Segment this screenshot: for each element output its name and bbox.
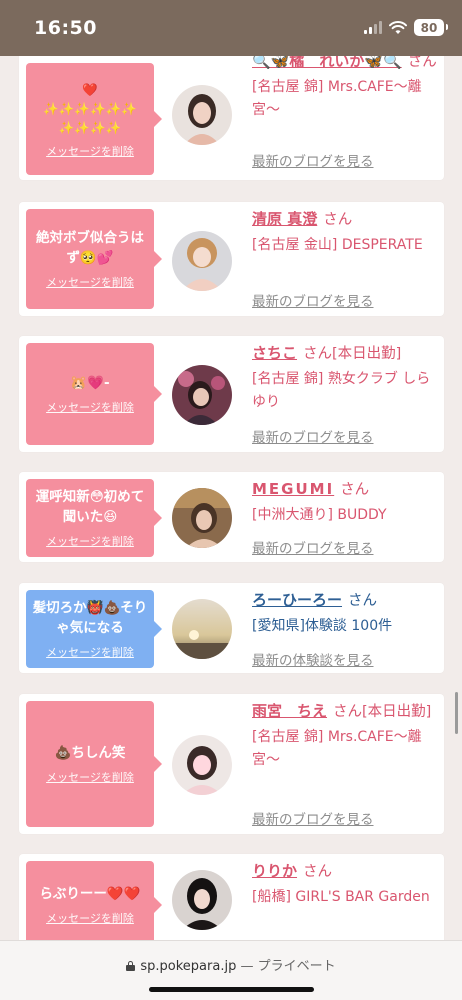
message-text: ❤️ ✨✨✨✨✨✨ ✨✨✨✨ (43, 80, 136, 137)
browser-url-bar[interactable]: sp.pokepara.jp — プライベート (0, 940, 462, 1000)
avatar[interactable] (172, 599, 232, 659)
latest-blog-link[interactable]: 最新のブログを見る (252, 290, 374, 310)
wifi-icon (389, 20, 407, 34)
profile-name-link[interactable]: MEGUMI (252, 480, 334, 498)
profile-info: 清原 真澄 さん [名古屋 金山] DESPERATE (252, 208, 442, 257)
message-feed[interactable]: ❤️ ✨✨✨✨✨✨ ✨✨✨✨ メッセージを削除 🔍🦋橘 れいか🦋🔍 さん [名古屋… (0, 56, 462, 940)
message-bubble: 🐹💗- メッセージを削除 (26, 343, 162, 445)
message-text: 絶対ボブ似合うはず🥺💕 (36, 230, 144, 266)
message-bubble: ❤️ ✨✨✨✨✨✨ ✨✨✨✨ メッセージを削除 (26, 63, 162, 175)
latest-blog-link[interactable]: 最新のブログを見る (252, 808, 374, 828)
status-icons: 80 (364, 19, 448, 36)
shop-name: [名古屋 錦] Mrs.CAFE〜離宮〜 (252, 729, 422, 768)
shop-name: [名古屋 錦] 熟女クラブ しらゆり (252, 371, 431, 410)
list-item: 💩ちしん笑 メッセージを削除 雨宮 ちえ さん[本日出勤] [名古屋 錦] Mrs… (19, 694, 444, 834)
avatar[interactable] (172, 488, 232, 548)
profile-info: さちこ さん[本日出勤] [名古屋 錦] 熟女クラブ しらゆり (252, 342, 442, 414)
honorific: さん (303, 864, 333, 880)
message-text: 運呼知新😳初めて聞いた😆 (35, 489, 145, 525)
private-mode-label: プライベート (257, 959, 336, 974)
avatar-image (172, 599, 232, 659)
home-indicator[interactable] (149, 987, 314, 992)
profile-info: ろーひーろー さん [愛知県]体験談 100件 (252, 589, 442, 638)
message-text: 🐹💗- (70, 375, 110, 391)
message-bubble: 絶対ボブ似合うはず🥺💕 メッセージを削除 (26, 209, 162, 309)
delete-message-link[interactable]: メッセージを削除 (46, 143, 134, 159)
message-text: 💩ちしん笑 (54, 745, 126, 761)
avatar-image (172, 488, 232, 548)
honorific: さん (407, 56, 437, 70)
avatar-image (172, 85, 232, 145)
list-item: 絶対ボブ似合うはず🥺💕 メッセージを削除 清原 真澄 さん [名古屋 金山] DE… (19, 202, 444, 316)
avatar-image (172, 365, 232, 425)
avatar[interactable] (172, 870, 232, 930)
lock-icon (126, 961, 136, 971)
avatar[interactable] (172, 735, 232, 795)
attendance-status: [本日出勤] (362, 704, 432, 720)
heart-emoji: ❤️ (82, 81, 98, 97)
latest-blog-link[interactable]: 最新のブログを見る (252, 426, 374, 446)
profile-info: 雨宮 ちえ さん[本日出勤] [名古屋 錦] Mrs.CAFE〜離宮〜 (252, 700, 442, 772)
latest-review-link[interactable]: 最新の体験談を見る (252, 649, 374, 669)
latest-blog-link[interactable]: 最新のブログを見る (252, 537, 374, 557)
message-text: らぶりーー❤️❤️ (39, 886, 141, 902)
honorific: さん (348, 593, 378, 609)
delete-message-link[interactable]: メッセージを削除 (46, 769, 134, 785)
message-text: 髪切ろか👹💩そりゃ気になる (32, 600, 148, 636)
shop-name: [名古屋 金山] DESPERATE (252, 237, 423, 253)
shop-name: [中洲大通り] BUDDY (252, 507, 387, 523)
sparkle-emoji: ✨✨✨✨ (58, 119, 122, 135)
honorific: さん (340, 482, 370, 498)
avatar-image (172, 735, 232, 795)
delete-message-link[interactable]: メッセージを削除 (46, 644, 134, 660)
message-bubble: らぶりーー❤️❤️ メッセージを削除 (26, 861, 162, 940)
list-item: 運呼知新😳初めて聞いた😆 メッセージを削除 MEGUMI さん [中洲大通り] B… (19, 472, 444, 562)
profile-info: MEGUMI さん [中洲大通り] BUDDY (252, 478, 442, 527)
delete-message-link[interactable]: メッセージを削除 (46, 910, 134, 926)
honorific: さん (333, 704, 363, 720)
message-bubble: 髪切ろか👹💩そりゃ気になる メッセージを削除 (26, 590, 162, 668)
status-time: 16:50 (34, 17, 97, 39)
list-item: らぶりーー❤️❤️ メッセージを削除 りりか さん [船橋] GIRL'S BAR… (19, 854, 444, 940)
shop-name: [愛知県]体験談 100件 (252, 618, 393, 634)
profile-name-link[interactable]: 🔍🦋橘 れいか🦋🔍 (252, 56, 402, 70)
list-item: 🐹💗- メッセージを削除 さちこ さん[本日出勤] [名古屋 錦] 熟女クラブ し… (19, 336, 444, 452)
avatar[interactable] (172, 365, 232, 425)
avatar[interactable] (172, 231, 232, 291)
shop-name: [船橋] GIRL'S BAR Garden (252, 889, 430, 905)
list-item: ❤️ ✨✨✨✨✨✨ ✨✨✨✨ メッセージを削除 🔍🦋橘 れいか🦋🔍 さん [名古屋… (19, 56, 444, 180)
honorific: さん (303, 346, 333, 362)
avatar[interactable] (172, 85, 232, 145)
url-separator: — (240, 959, 254, 974)
latest-blog-link[interactable]: 最新のブログを見る (252, 150, 374, 170)
profile-info: りりか さん [船橋] GIRL'S BAR Garden (252, 860, 442, 909)
avatar-image (172, 231, 232, 291)
list-item: 髪切ろか👹💩そりゃ気になる メッセージを削除 ろーひーろー さん [愛知県]体験… (19, 583, 444, 673)
scrollbar[interactable] (455, 692, 458, 734)
delete-message-link[interactable]: メッセージを削除 (46, 274, 134, 290)
sparkle-emoji: ✨✨✨✨✨✨ (43, 100, 137, 116)
profile-name-link[interactable]: りりか (252, 862, 297, 880)
delete-message-link[interactable]: メッセージを削除 (46, 399, 134, 415)
attendance-status: [本日出勤] (332, 346, 402, 362)
profile-name-link[interactable]: 雨宮 ちえ (252, 702, 327, 720)
avatar-image (172, 870, 232, 930)
honorific: さん (323, 212, 353, 228)
message-bubble: 運呼知新😳初めて聞いた😆 メッセージを削除 (26, 479, 162, 557)
shop-name: [名古屋 錦] Mrs.CAFE〜離宮〜 (252, 79, 422, 118)
url-display[interactable]: sp.pokepara.jp — プライベート (0, 955, 462, 974)
cellular-signal-icon (364, 21, 382, 34)
message-bubble: 💩ちしん笑 メッセージを削除 (26, 701, 162, 827)
battery-indicator: 80 (414, 19, 448, 36)
profile-info: 🔍🦋橘 れいか🦋🔍 さん [名古屋 錦] Mrs.CAFE〜離宮〜 (252, 56, 442, 122)
delete-message-link[interactable]: メッセージを削除 (46, 533, 134, 549)
url-domain: sp.pokepara.jp (140, 959, 237, 974)
profile-name-link[interactable]: ろーひーろー (252, 591, 342, 609)
profile-name-link[interactable]: さちこ (252, 344, 297, 362)
status-bar: 16:50 80 (0, 0, 462, 56)
profile-name-link[interactable]: 清原 真澄 (252, 210, 317, 228)
